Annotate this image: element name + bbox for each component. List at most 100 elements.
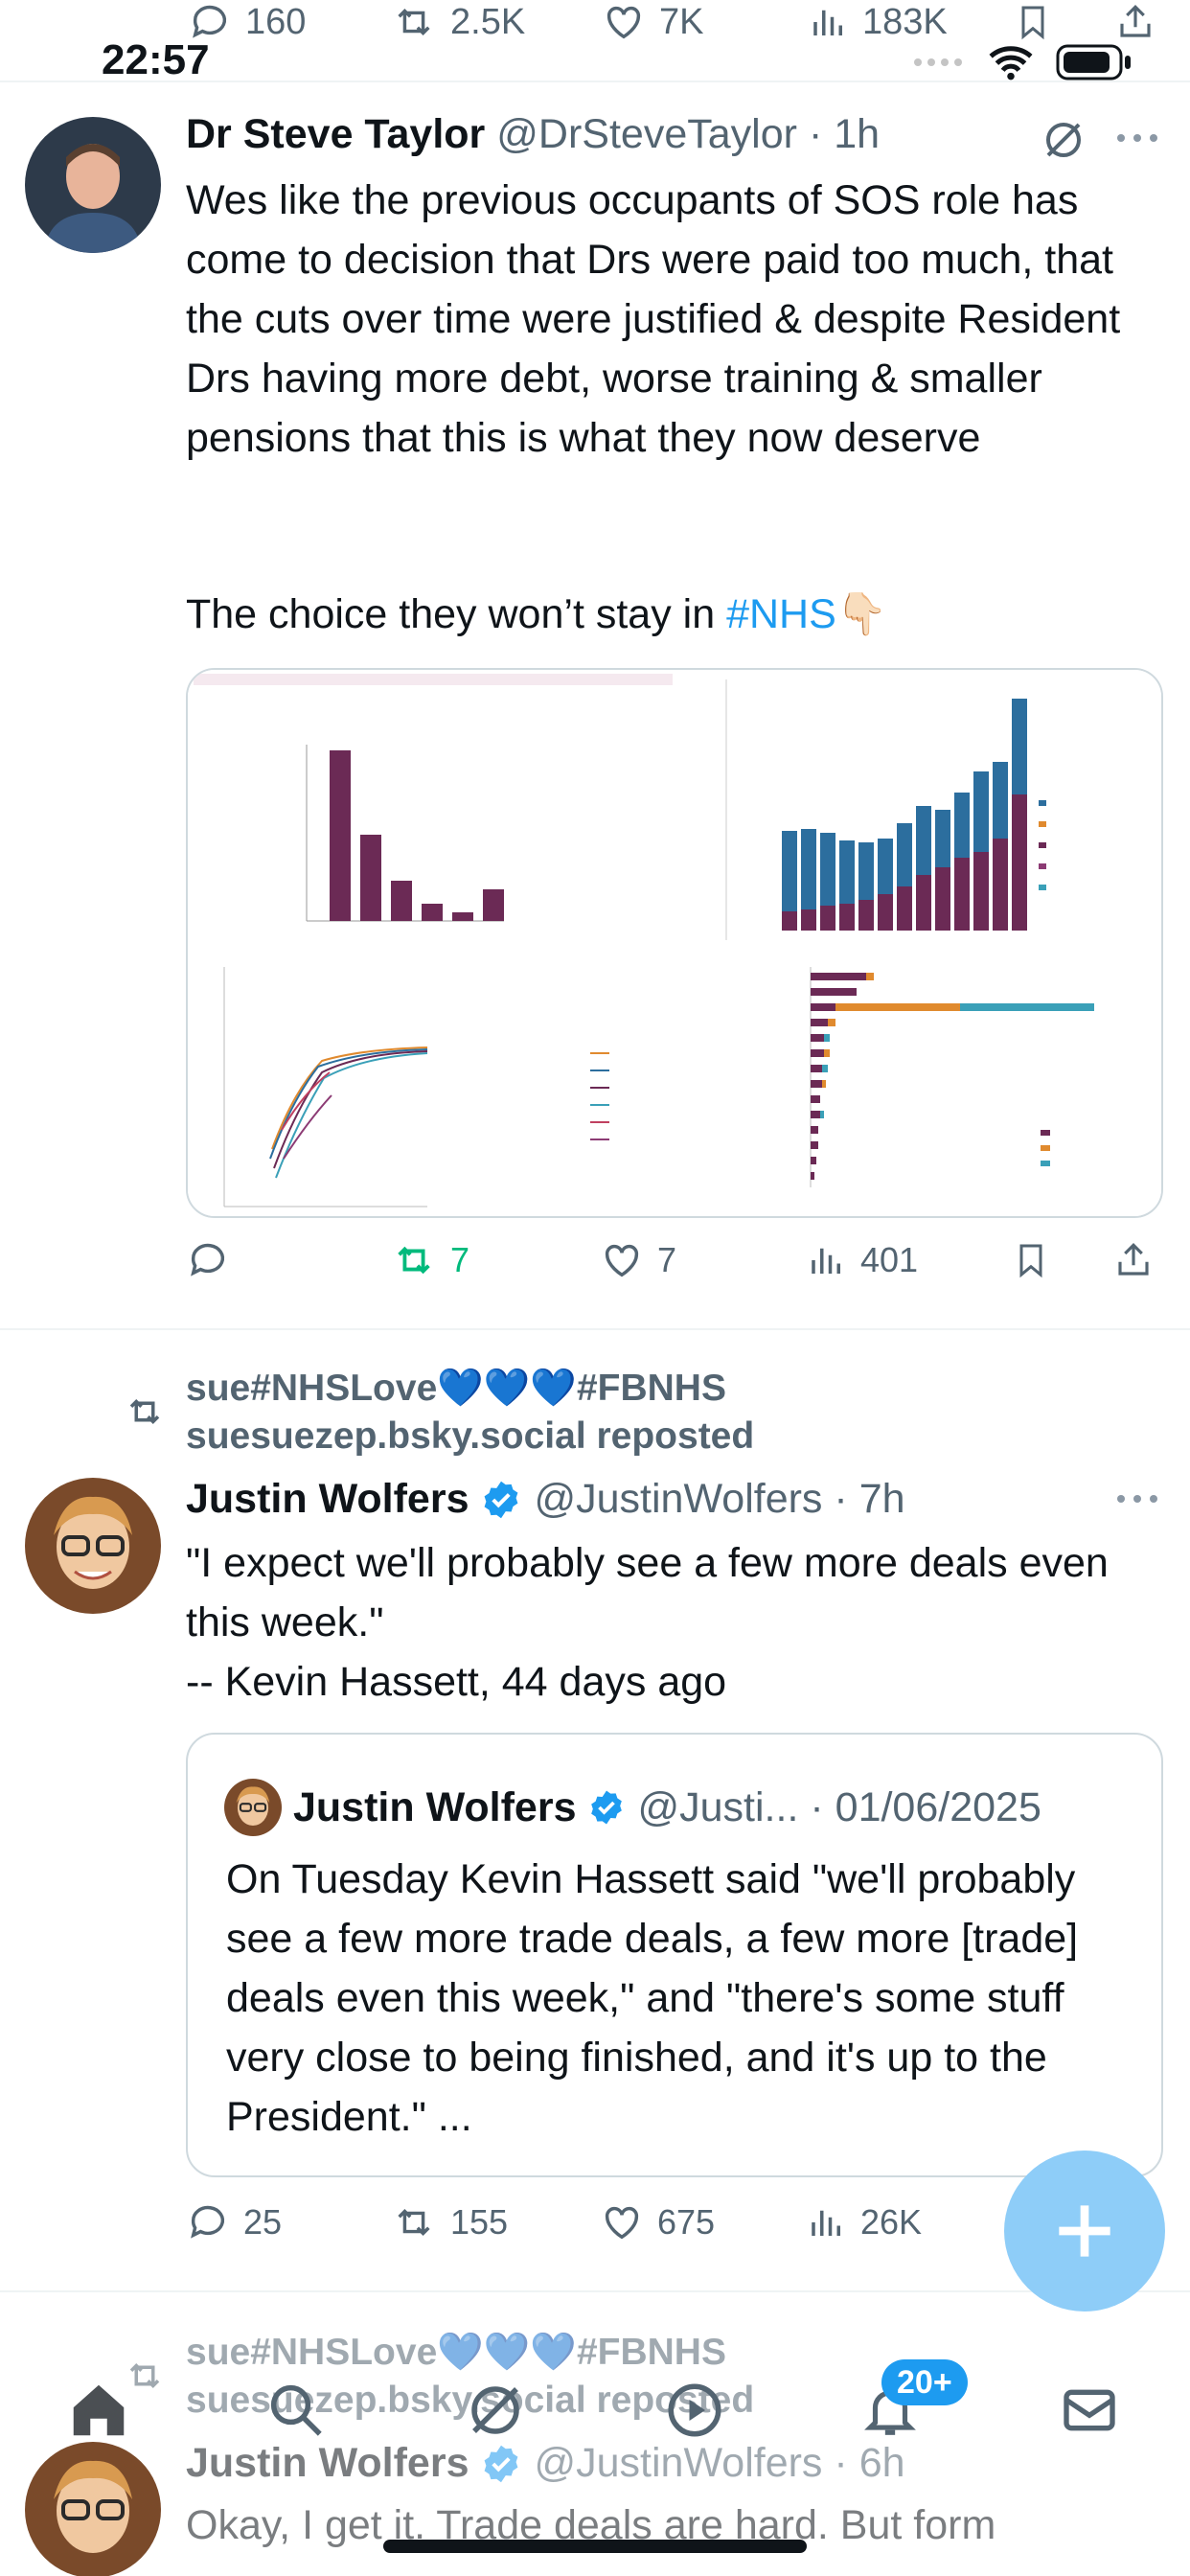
reply-button[interactable] xyxy=(186,1238,243,1282)
quoted-author-name: Justin Wolfers xyxy=(293,1783,577,1830)
hashtag-nhs[interactable]: #NHS xyxy=(726,591,836,637)
avatar-image xyxy=(25,117,161,253)
repost-icon xyxy=(398,1246,430,1275)
repost-count: 7 xyxy=(450,1240,470,1279)
avatar-image xyxy=(25,1478,161,1614)
views-button[interactable]: 401 xyxy=(807,1238,918,1282)
like-count: 7 xyxy=(657,1240,677,1279)
like-count: 675 xyxy=(657,2202,716,2242)
reply-count: 160 xyxy=(245,1,307,42)
bookmark-icon xyxy=(1021,6,1044,40)
avatar-dr-steve-taylor[interactable] xyxy=(25,117,161,253)
share-button[interactable] xyxy=(1115,0,1156,44)
repost-button[interactable]: 7 xyxy=(391,1238,469,1282)
repost-count: 155 xyxy=(450,2202,509,2242)
repost-button[interactable]: 155 xyxy=(391,2200,508,2244)
views-icon xyxy=(812,2210,840,2236)
tweet1-header: Dr Steve Taylor @DrSteveTaylor · 1h xyxy=(186,111,880,158)
reply-icon xyxy=(191,2205,225,2239)
status-time: 22:57 xyxy=(102,36,210,83)
share-button[interactable] xyxy=(1113,1238,1154,1282)
avatar-image xyxy=(25,2442,161,2576)
tab-grok[interactable] xyxy=(452,2367,538,2453)
more-options-icon[interactable] xyxy=(1113,126,1161,150)
views-icon xyxy=(813,10,842,35)
repost-count: 2.5K xyxy=(450,1,526,42)
tab-communities[interactable] xyxy=(652,2367,738,2453)
share-icon xyxy=(1118,1243,1149,1276)
grok-icon xyxy=(471,2386,519,2434)
heart-icon xyxy=(606,6,641,39)
home-icon xyxy=(73,2384,125,2436)
tweet-time: · 7h xyxy=(834,1476,905,1522)
tab-search[interactable] xyxy=(253,2367,339,2453)
divider xyxy=(0,2290,1190,2292)
tweet1-text: Wes like the previous occupants of SOS r… xyxy=(186,177,1133,461)
status-icons xyxy=(912,44,1133,80)
author-handle[interactable]: @JustinWolfers xyxy=(534,1476,822,1523)
quoted-author-handle: @Justi... xyxy=(637,1783,799,1830)
like-count: 7K xyxy=(659,1,704,42)
tweet-time: · 1h xyxy=(808,111,881,157)
tweet2-text: "I expect we'll probably see a few more … xyxy=(186,1540,1109,1705)
repost-icon xyxy=(129,1399,160,1424)
views-icon xyxy=(812,1248,840,1274)
bookmark-button[interactable] xyxy=(1012,1238,1050,1282)
grok-icon[interactable] xyxy=(1041,117,1087,163)
tweet1-text-2: The choice they won’t stay in #NHS👇🏻 xyxy=(186,585,1154,644)
tweet2-header: Justin Wolfers @JustinWolfers · 7h xyxy=(186,1476,905,1523)
tweet1-media[interactable] xyxy=(186,668,1163,1218)
views-count: 183K xyxy=(862,1,948,42)
chart-thumbnails-image xyxy=(188,670,1161,1216)
repost-button[interactable]: 2.5K xyxy=(391,0,525,44)
bookmark-icon xyxy=(1019,1244,1042,1278)
reply-count: 25 xyxy=(243,2202,283,2242)
verified-badge-icon xyxy=(591,1790,623,1825)
author-name[interactable]: Dr Steve Taylor xyxy=(186,111,485,158)
repost-icon xyxy=(398,9,430,35)
tab-messages[interactable] xyxy=(1046,2367,1133,2453)
share-icon xyxy=(1120,5,1151,37)
views-count: 401 xyxy=(860,1240,919,1279)
tab-home[interactable] xyxy=(56,2367,142,2453)
author-name[interactable]: Justin Wolfers xyxy=(186,1476,469,1523)
author-handle[interactable]: @DrSteveTaylor xyxy=(496,111,797,158)
heart-icon xyxy=(605,2206,639,2240)
pointing-down-emoji: 👇🏻 xyxy=(835,591,888,637)
reply-icon xyxy=(191,1243,225,1276)
bottom-tab-bar xyxy=(0,2367,1190,2453)
reply-button[interactable]: 25 xyxy=(186,2200,282,2244)
compose-fab-button[interactable] xyxy=(1004,2150,1165,2312)
notifications-badge: 20+ xyxy=(881,2359,968,2405)
tweet1-text-prefix: The choice they won’t stay in xyxy=(186,591,727,637)
reposted-by-name[interactable]: sue#NHSLove💙💙💙#FBNHS xyxy=(186,1365,726,1413)
avatar-justin-wolfers[interactable] xyxy=(25,2442,161,2576)
views-button[interactable]: 183K xyxy=(809,0,948,44)
views-button[interactable]: 26K xyxy=(807,2200,922,2244)
like-button[interactable]: 675 xyxy=(600,2200,715,2244)
reposted-by-label[interactable]: suesuezep.bsky.social reposted xyxy=(186,1413,754,1460)
mail-icon xyxy=(1064,2389,1115,2431)
bookmark-button[interactable] xyxy=(1014,0,1052,44)
wifi-icon xyxy=(989,46,1033,80)
more-options-icon[interactable] xyxy=(1113,1487,1161,1510)
quoted-tweet-date: · 01/06/2025 xyxy=(810,1783,1041,1830)
signal-icon xyxy=(914,58,962,66)
quoted-tweet-text: On Tuesday Kevin Hassett said "we'll pro… xyxy=(226,1856,1079,2140)
verified-badge-icon xyxy=(485,1481,518,1518)
quoted-tweet-header: Justin Wolfers @Justi... · 01/06/2025 xyxy=(224,1779,1041,1836)
like-button[interactable]: 7 xyxy=(600,1238,676,1282)
avatar-justin-wolfers[interactable] xyxy=(25,1478,161,1614)
tweet1-actions: 7 7 401 xyxy=(186,1238,1154,1296)
home-indicator xyxy=(383,2540,807,2553)
plus-icon xyxy=(1059,2205,1110,2257)
like-button[interactable]: 7K xyxy=(602,0,703,44)
quoted-avatar xyxy=(224,1779,282,1836)
views-count: 26K xyxy=(860,2202,923,2242)
divider xyxy=(0,80,1190,82)
search-icon xyxy=(270,2384,322,2436)
quoted-tweet[interactable]: Justin Wolfers @Justi... · 01/06/2025 On… xyxy=(186,1733,1163,2177)
divider xyxy=(0,1328,1190,1330)
heart-icon xyxy=(605,1244,639,1277)
play-circle-icon xyxy=(668,2383,721,2437)
